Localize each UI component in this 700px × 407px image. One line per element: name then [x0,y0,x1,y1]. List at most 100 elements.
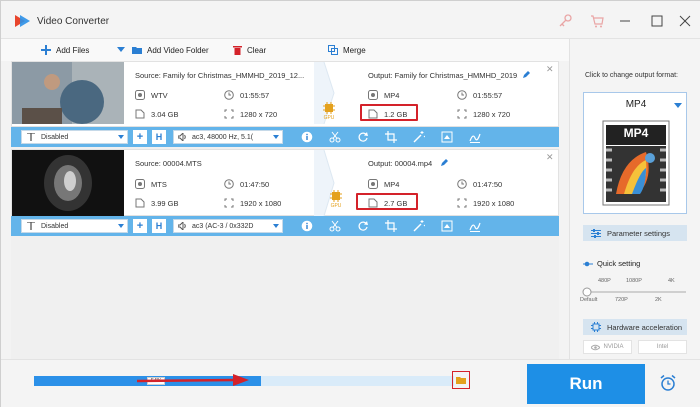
watermark-icon[interactable] [441,220,453,232]
subtitle-dropdown[interactable]: Disabled [21,130,128,144]
hardware-acceleration-button[interactable]: Hardware acceleration [583,319,687,335]
quality-label: Default [580,297,598,303]
crop-icon[interactable] [385,220,397,232]
remove-item-button[interactable]: ✕ [546,152,554,163]
output-filename: Output: 00004.mp4 [368,159,433,168]
rotate-icon[interactable] [357,220,369,232]
parameter-settings-button[interactable]: Parameter settings [583,225,687,241]
crop-icon[interactable] [385,131,397,143]
format-icon [368,90,378,100]
plus-icon [41,45,51,55]
clock-icon [457,179,467,189]
quality-label: 480P [598,278,611,284]
remove-item-button[interactable]: ✕ [546,64,554,75]
file-icon [135,109,145,119]
output-folder-button[interactable] [449,368,473,392]
change-format-label: Click to change output format: [585,72,678,79]
minimize-button[interactable] [615,12,635,30]
output-format-selector[interactable]: MP4 MP4 [583,92,687,214]
quality-slider[interactable] [582,287,686,297]
add-files-label: Add Files [56,45,90,55]
resolution-icon [224,109,234,119]
clock-icon [457,90,467,100]
signature-icon[interactable] [469,131,481,143]
subtitle-settings-button[interactable]: H [152,130,166,144]
add-subtitle-button[interactable]: + [133,130,147,144]
source-format: WTV [135,90,168,100]
info-icon[interactable] [301,131,313,143]
format-icon [135,90,145,100]
chevron-down-icon[interactable] [117,47,125,53]
source-duration: 01:47:50 [224,179,269,189]
magic-wand-icon[interactable] [413,131,425,143]
source-filename: Source: 00004.MTS [135,159,202,168]
scissors-icon[interactable] [329,220,341,232]
annotation-arrow [137,374,249,386]
output-resolution: 1280 x 720 [457,109,510,119]
add-subtitle-button[interactable]: + [133,219,147,233]
run-button[interactable]: Run [527,364,645,404]
gpu-label: GPU [330,203,342,209]
edit-toolbar: Disabled + H ac3 (AC-3 / 0x332D [11,216,559,236]
add-video-folder-button[interactable]: Add Video Folder [132,43,209,57]
output-size-highlight [360,104,418,121]
signature-icon[interactable] [469,220,481,232]
edit-name-icon[interactable] [440,158,449,167]
output-format-panel: Click to change output format: MP4 MP4 P… [569,39,700,359]
video-thumbnail [12,150,124,216]
edit-toolbar: Disabled + H ac3, 48000 Hz, 5.1( [11,127,559,147]
clock-icon [224,179,234,189]
file-icon [135,198,145,208]
merge-icon [328,45,338,55]
add-files-button[interactable]: Add Files [41,43,89,57]
key-icon[interactable] [557,13,573,29]
nvidia-badge: NVIDIA [583,340,632,354]
maximize-button[interactable] [647,12,667,30]
output-resolution: 1920 x 1080 [457,198,514,208]
quality-label: 2K [655,297,662,303]
gpu-icon [323,102,335,114]
slider-handle[interactable] [582,287,592,297]
text-icon [27,133,35,141]
app-logo-icon [15,15,30,27]
chevron-down-icon [674,103,682,108]
merge-label: Merge [343,45,366,55]
quality-label: 4K [668,278,675,284]
cart-icon[interactable] [589,13,605,29]
app-window: Video Converter Add Files Add Video Fold… [0,0,700,407]
close-window-button[interactable] [675,12,695,30]
alarm-clock-icon[interactable] [659,374,677,392]
merge-button[interactable]: Merge [328,43,366,57]
file-item[interactable]: Source: Family for Christmas_HMMHD_2019_… [11,61,559,127]
video-thumbnail [12,62,124,124]
audio-track-dropdown[interactable]: ac3 (AC-3 / 0x332D [173,219,283,233]
speaker-icon [178,222,186,230]
folder-icon [452,371,470,389]
main-toolbar: Add Files Add Video Folder Clear Merge [1,39,569,61]
format-icon-text: MP4 [623,126,649,140]
source-format: MTS [135,179,167,189]
gpu-label: GPU [323,115,335,121]
subtitle-settings-button[interactable]: H [152,219,166,233]
watermark-icon[interactable] [441,131,453,143]
audio-track-dropdown[interactable]: ac3, 48000 Hz, 5.1( [173,130,283,144]
magic-wand-icon[interactable] [413,220,425,232]
gpu-icon [330,190,342,202]
info-icon[interactable] [301,220,313,232]
subtitle-dropdown[interactable]: Disabled [21,219,128,233]
trash-icon [233,46,242,55]
rotate-icon[interactable] [357,131,369,143]
speaker-icon [178,133,186,141]
output-size-highlight [356,193,418,210]
quality-label: 1080P [626,278,642,284]
quality-label: 720P [615,297,628,303]
add-video-folder-label: Add Video Folder [147,45,209,55]
file-item[interactable]: Source: 00004.MTS MTS 01:47:50 3.99 GB 1… [11,149,559,216]
scissors-icon[interactable] [329,131,341,143]
output-format: MP4 [368,90,399,100]
clear-button[interactable]: Clear [233,43,266,57]
edit-name-icon[interactable] [522,70,531,79]
chevron-down-icon [273,224,279,228]
folder-icon [132,47,142,54]
output-duration: 01:47:50 [457,179,502,189]
